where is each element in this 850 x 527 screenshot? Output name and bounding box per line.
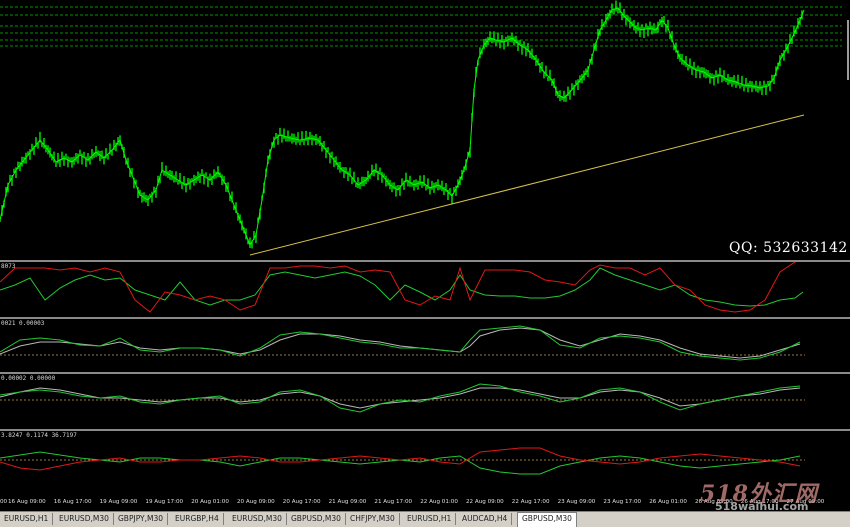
time-axis-label: 22 Aug 01:00: [420, 499, 458, 505]
price-series-line: [0, 7, 805, 247]
symbol-tab-bar: EURUSD,H1 EURUSD,M30 GBPJPY,M30 EURGBP,H4 EU…: [0, 511, 850, 527]
time-axis-label: 16 Aug 17:00: [53, 499, 92, 505]
time-axis-label: 23 Aug 09:00: [557, 499, 596, 505]
time-axis-label: 20 Aug 17:00: [282, 499, 321, 505]
time-axis-label: 22 Aug 17:00: [511, 499, 550, 505]
indicator-1-values: 8073: [1, 263, 16, 270]
symbol-tab[interactable]: GBPUSD,M30: [287, 513, 346, 525]
time-axis-label: 23 Aug 17:00: [603, 499, 642, 505]
symbol-tab[interactable]: EURUSD,H1: [0, 513, 54, 525]
time-axis-label: 19 Aug 09:00: [99, 499, 138, 505]
symbol-tab[interactable]: AUDCAD,H4: [458, 513, 513, 525]
indicator-panel-2[interactable]: [0, 319, 850, 372]
main-price-chart[interactable]: [0, 0, 850, 260]
symbol-tab[interactable]: GBPUSD,M30: [517, 512, 577, 527]
time-axis-label: 26 Aug 01:00: [649, 499, 687, 505]
time-axis-label: 22 Aug 09:00: [466, 499, 504, 505]
trendline: [249, 114, 805, 256]
indicator-red-line: [0, 447, 801, 471]
indicator-4-values: 3.8247 0.1174 36.7197: [1, 432, 77, 439]
time-axis-label: 19 Aug 17:00: [145, 499, 184, 505]
time-axis-label: 20 Aug 09:00: [237, 499, 275, 505]
symbol-tab[interactable]: EURUSD,H1: [403, 513, 457, 525]
indicator-gray-line: [0, 327, 801, 359]
price-scale: [842, 0, 850, 260]
time-axis-label: 16 Aug 09:00: [8, 499, 46, 505]
time-axis-label: 21 Aug 17:00: [374, 499, 413, 505]
time-axis-label: 20 Aug 01:00: [191, 499, 229, 505]
indicator-2-values: 0021 0.00003: [1, 320, 45, 327]
symbol-tab[interactable]: EURUSD,M30: [228, 513, 287, 525]
symbol-tab[interactable]: EURGBP,H4: [171, 513, 224, 525]
indicator-panel-1[interactable]: [0, 262, 850, 317]
symbol-tab[interactable]: EURUSD,M30: [55, 513, 114, 525]
indicator-red-line: [0, 262, 797, 313]
symbol-tab[interactable]: GBPJPY,M30: [114, 513, 169, 525]
qq-contact-text: QQ: 532633142: [729, 240, 848, 256]
symbol-tab[interactable]: CHFJPY,M30: [346, 513, 400, 525]
indicator-gray-line: [0, 387, 801, 409]
indicator-3-values: 0.00002 0.00000: [1, 375, 56, 382]
indicator-panel-3[interactable]: [0, 374, 850, 429]
indicator-green-line: [0, 451, 801, 475]
time-axis-label: 21 Aug 09:00: [328, 499, 367, 505]
time-axis-label: 00: [0, 499, 8, 505]
